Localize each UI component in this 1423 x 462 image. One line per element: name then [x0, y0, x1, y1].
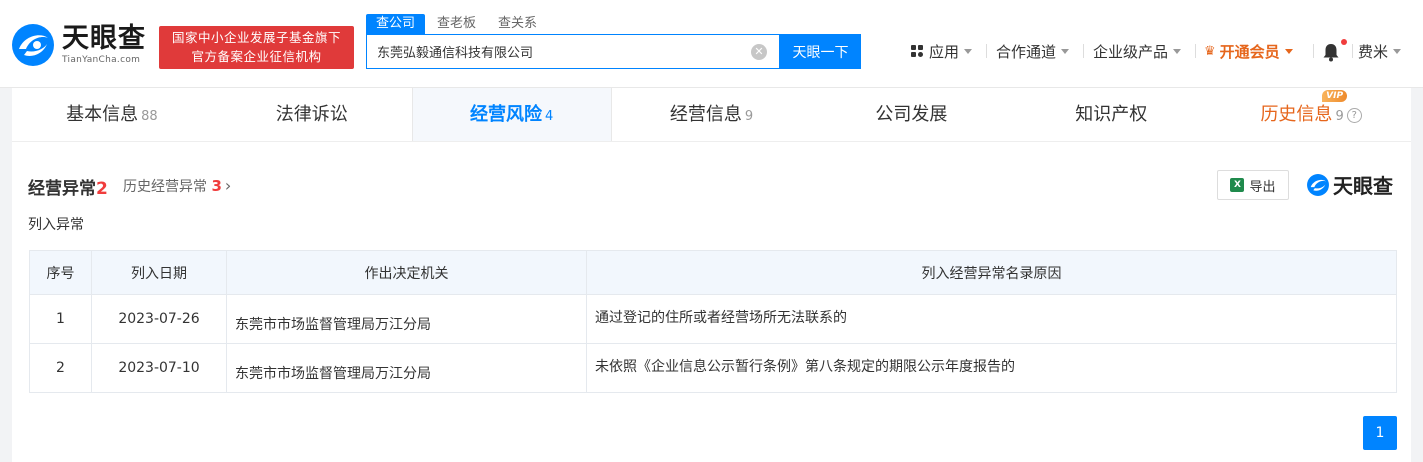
tianyancha-logo-icon	[1307, 173, 1329, 196]
section-title-text: 经营异常	[28, 179, 96, 199]
chevron-down-icon	[964, 48, 973, 54]
user-name: 费米	[1358, 42, 1389, 61]
help-icon[interactable]: ?	[1346, 107, 1362, 123]
search-tab-boss[interactable]: 查老板	[427, 14, 486, 34]
nav-divider	[1352, 44, 1353, 58]
tab-count: 88	[141, 109, 158, 124]
brand-domain: TianYanCha.com	[62, 55, 141, 65]
page-button-current[interactable]: 1	[1363, 416, 1397, 450]
section-subtitle: 列入异常	[28, 217, 84, 233]
nav-enterprise-label: 企业级产品	[1093, 42, 1169, 61]
history-count: 3	[211, 177, 222, 195]
nav-apps-label: 应用	[929, 42, 960, 61]
brand-logo[interactable]: 天眼查 TianYanCha.com	[10, 22, 146, 68]
cell-no: 2	[29, 343, 92, 393]
nav-divider	[1195, 44, 1196, 58]
cell-no: 1	[29, 294, 92, 344]
tab-label: 知识产权	[1075, 104, 1148, 125]
badge-line-2: 官方备案企业征信机构	[191, 49, 322, 64]
nav-divider	[1313, 44, 1314, 58]
brand-name: 天眼查	[62, 23, 146, 54]
tab-count: 9	[1335, 109, 1344, 124]
search-type-tabs: 查公司 查老板 查关系	[366, 14, 549, 34]
search-button[interactable]: 天眼一下	[780, 34, 861, 69]
tab-label: 基本信息	[66, 104, 139, 125]
section-count: 2	[96, 179, 108, 199]
export-button[interactable]: X 导出	[1217, 170, 1289, 200]
top-header: 天眼查 TianYanCha.com 国家中小企业发展子基金旗下 官方备案企业征…	[0, 0, 1423, 88]
search-input[interactable]	[367, 35, 737, 68]
chevron-down-icon	[1393, 48, 1402, 54]
nav-divider	[986, 44, 987, 58]
abnormal-table: 序号 列入日期 作出决定机关 列入经营异常名录原因 1 2023-07-26 东…	[29, 250, 1397, 393]
tianyancha-logo-icon	[12, 24, 54, 66]
crown-icon: ♛	[1204, 43, 1216, 59]
nav-enterprise-products[interactable]: 企业级产品	[1093, 40, 1182, 62]
vip-tag: VIP	[1322, 90, 1348, 102]
tab-history[interactable]: VIP 历史信息 9?	[1211, 88, 1411, 141]
tab-basic-info[interactable]: 基本信息 88	[12, 88, 212, 141]
table-row: 1 2023-07-26 东莞市市场监督管理局万江分局 通过登记的住所或者经营场…	[29, 294, 1397, 344]
tab-label: 经营信息	[669, 104, 742, 125]
nav-apps[interactable]: 应用	[911, 40, 973, 62]
chevron-down-icon	[1173, 48, 1182, 54]
abnormal-operation-section: 经营异常2 历史经营异常 3 › 列入异常 X 导出 天眼查 序号 列入日期 作出…	[12, 142, 1411, 462]
col-date: 列入日期	[91, 250, 227, 295]
tab-count: 9	[744, 109, 754, 124]
official-badge[interactable]: 国家中小企业发展子基金旗下 官方备案企业征信机构	[159, 26, 354, 69]
cell-date: 2023-07-26	[91, 294, 227, 344]
col-reason: 列入经营异常名录原因	[586, 250, 1397, 295]
tab-label: 历史信息	[1260, 104, 1333, 125]
brand-watermark: 天眼查	[1306, 170, 1393, 199]
tab-development[interactable]: 公司发展	[811, 88, 1011, 141]
search-tab-company[interactable]: 查公司	[366, 14, 426, 34]
excel-icon: X	[1230, 178, 1245, 192]
nav-cooperation[interactable]: 合作通道	[996, 40, 1070, 62]
chevron-down-icon	[1061, 48, 1070, 54]
badge-line-1: 国家中小企业发展子基金旗下	[171, 30, 341, 45]
history-label: 历史经营异常	[123, 179, 207, 195]
tab-label: 经营风险	[470, 104, 542, 125]
clear-icon[interactable]: ✕	[751, 44, 767, 60]
table-row: 2 2023-07-10 东莞市市场监督管理局万江分局 未依照《企业信息公示暂行…	[29, 343, 1397, 393]
brand-watermark-text: 天眼查	[1333, 174, 1393, 198]
nav-cooperation-label: 合作通道	[996, 42, 1057, 61]
notification-dot	[1341, 39, 1347, 45]
nav-vip[interactable]: ♛ 开通会员	[1204, 40, 1293, 62]
cell-reason: 未依照《企业信息公示暂行条例》第八条规定的期限公示年度报告的	[586, 343, 1397, 393]
tab-operation-risk[interactable]: 经营风险 4	[411, 88, 612, 141]
tab-legal[interactable]: 法律诉讼	[212, 88, 412, 141]
tab-label: 法律诉讼	[275, 104, 348, 125]
table-header-row: 序号 列入日期 作出决定机关 列入经营异常名录原因	[29, 250, 1397, 295]
cell-org: 东莞市市场监督管理局万江分局	[226, 343, 587, 393]
apps-grid-icon	[911, 44, 924, 58]
tab-ip[interactable]: 知识产权	[1011, 88, 1211, 141]
cell-org: 东莞市市场监督管理局万江分局	[226, 294, 587, 344]
col-no: 序号	[29, 250, 92, 295]
tab-label: 公司发展	[875, 104, 948, 125]
tab-count: 4	[545, 109, 554, 124]
tab-operation-info[interactable]: 经营信息 9	[612, 88, 812, 141]
chevron-right-icon: ›	[224, 176, 232, 195]
cell-reason: 通过登记的住所或者经营场所无法联系的	[586, 294, 1397, 344]
bell-icon[interactable]	[1322, 42, 1340, 62]
search-tab-relation[interactable]: 查关系	[488, 14, 547, 34]
export-label: 导出	[1249, 179, 1276, 195]
nav-vip-label: 开通会员	[1219, 42, 1280, 61]
company-tabs: 基本信息 88 法律诉讼 经营风险 4 经营信息 9 公司发展 知识产权 VIP 历史…	[12, 88, 1411, 142]
user-menu[interactable]: 费米	[1358, 40, 1402, 62]
cell-date: 2023-07-10	[91, 343, 227, 393]
section-title: 经营异常2	[28, 174, 108, 199]
search-box: ✕	[366, 34, 780, 69]
nav-divider	[1083, 44, 1084, 58]
col-org: 作出决定机关	[226, 250, 587, 295]
chevron-down-icon	[1284, 48, 1293, 54]
history-abnormal-link[interactable]: 历史经营异常 3 ›	[123, 176, 231, 196]
